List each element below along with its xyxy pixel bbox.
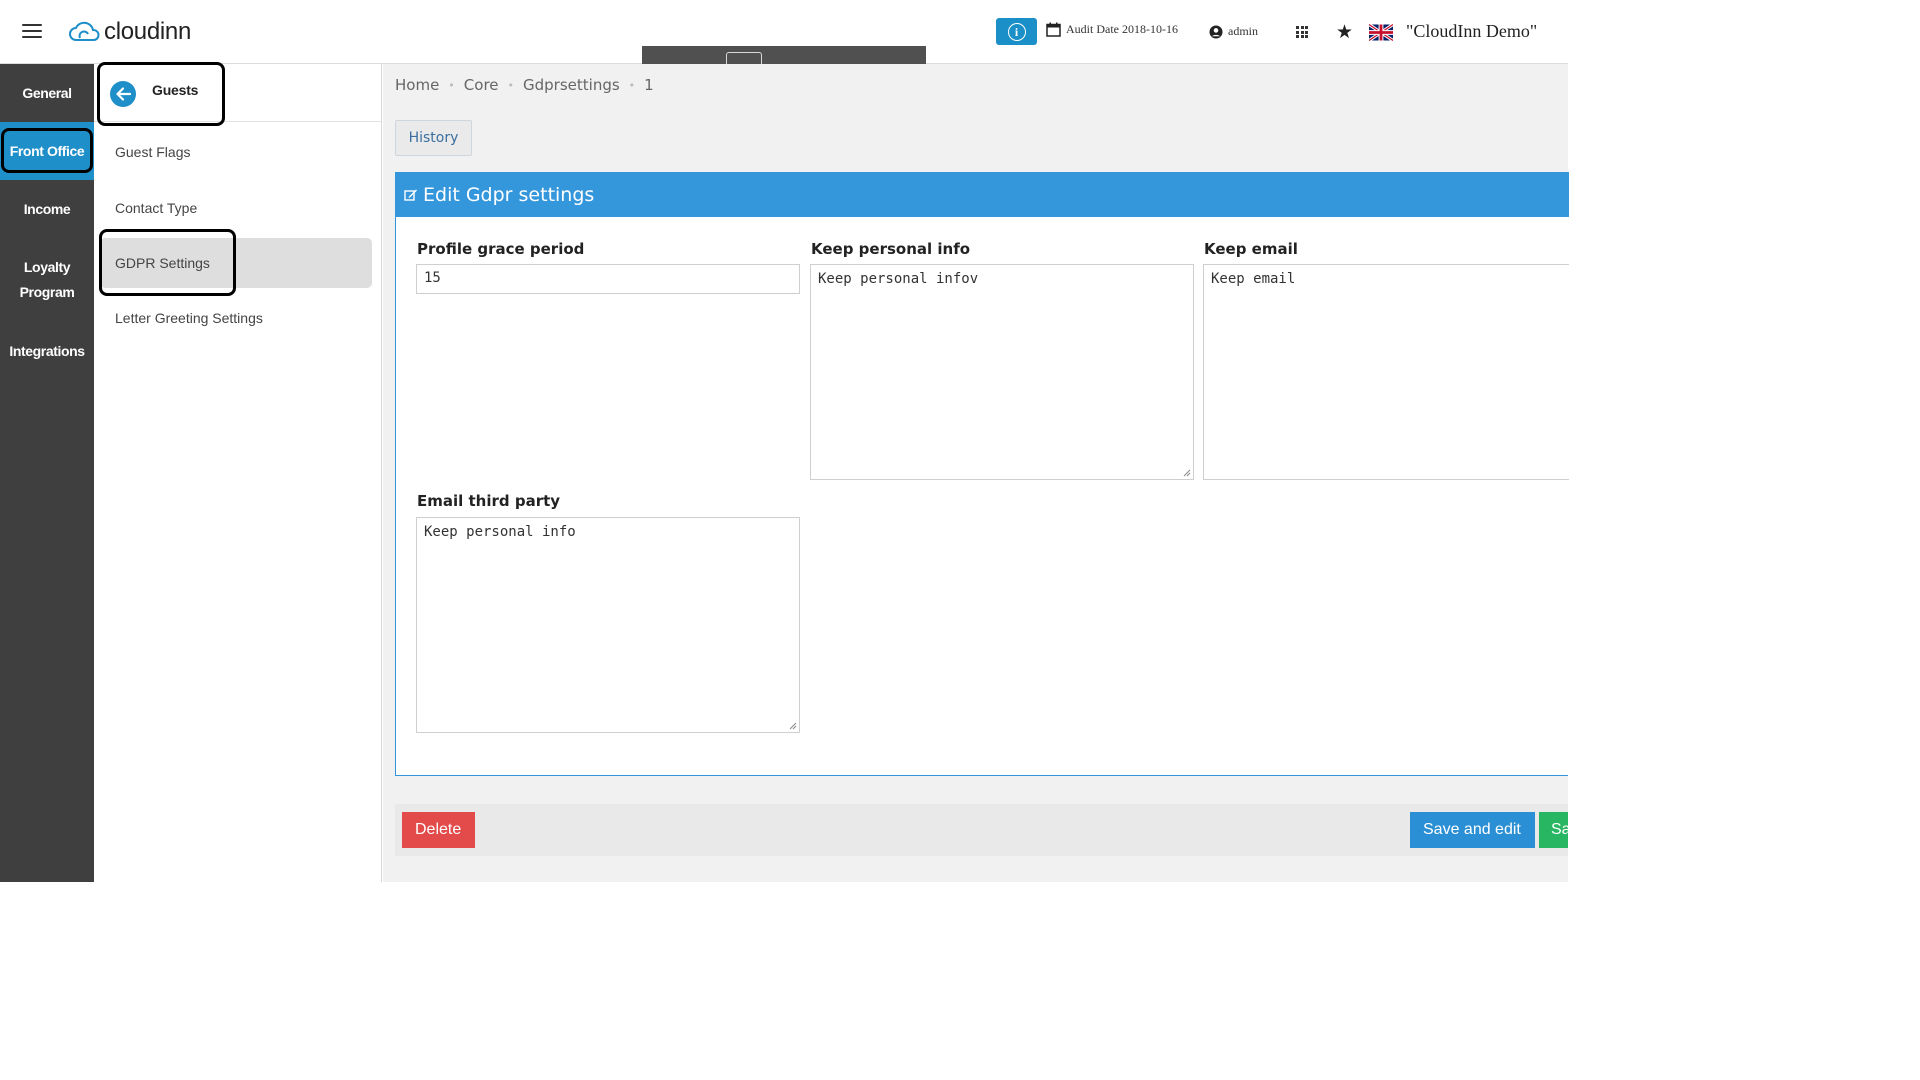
sidebar-item-income[interactable]: Income [0,180,94,238]
breadcrumb: Home • Core • Gdprsettings • 1 [395,76,654,94]
email-third-party-label: Email third party [417,492,561,510]
submenu-item-letter-greeting-settings[interactable]: Letter Greeting Settings [100,293,372,343]
strip-notch [726,52,762,64]
audit-date-label: Audit Date 2018-10-16 [1066,22,1178,36]
submenu-title: Guests [152,82,199,98]
delete-button[interactable]: Delete [402,812,475,848]
apps-grid-icon[interactable] [1296,26,1308,38]
brand-logo[interactable]: cloudinn [68,18,191,46]
info-button[interactable]: i [996,18,1037,45]
cloud-logo-icon [69,21,100,41]
calendar-icon [1046,22,1061,37]
breadcrumb-separator: • [628,78,636,92]
breadcrumb-separator: • [448,78,455,92]
user-menu[interactable]: admin [1209,24,1258,39]
sidebar-item-general[interactable]: General [0,64,94,122]
submenu-item-gdpr-settings[interactable]: GDPR Settings [100,238,372,288]
user-name: admin [1228,24,1258,38]
keep-email-value: Keep email [1211,271,1296,287]
save-button[interactable]: Sa [1539,812,1568,848]
panel-title: Edit Gdpr settings [423,183,595,206]
resize-grip-icon[interactable] [789,722,797,730]
sidebar-item-front-office[interactable]: Front Office [0,122,94,180]
keep-personal-info-textarea[interactable]: Keep personal infov [810,264,1194,480]
hotel-name[interactable]: "CloudInn Demo" [1406,21,1537,42]
breadcrumb-core[interactable]: Core [464,76,499,94]
favorite-star-icon[interactable]: ★ [1336,20,1353,44]
submenu-item-guest-flags[interactable]: Guest Flags [100,127,372,177]
profile-grace-period-input[interactable]: 15 [416,264,800,294]
breadcrumb-current: 1 [644,76,654,94]
breadcrumb-gdprsettings[interactable]: Gdprsettings [523,76,620,94]
resize-grip-icon[interactable] [1183,469,1191,477]
keep-email-label: Keep email [1204,240,1298,258]
main-content: Home • Core • Gdprsettings • 1 History E… [383,64,1569,882]
panel-header: Edit Gdpr settings [395,172,1569,217]
secondary-menu: Guests Guest Flags Contact Type GDPR Set… [94,64,382,882]
user-circle-icon [1209,25,1223,38]
hamburger-menu-icon[interactable] [22,24,42,40]
save-and-edit-button[interactable]: Save and edit [1410,812,1535,848]
audit-date[interactable]: Audit Date 2018-10-16 [1046,22,1178,37]
profile-grace-period-label: Profile grace period [417,240,585,258]
arrow-left-icon [116,87,131,101]
email-third-party-textarea[interactable]: Keep personal info [416,517,800,733]
brand-name: cloudinn [104,18,192,45]
breadcrumb-home[interactable]: Home [395,76,439,94]
breadcrumb-separator: • [507,78,515,92]
sidebar-item-integrations[interactable]: Integrations [0,322,94,380]
main-sidebar: General Front Office Income Loyalty Prog… [0,64,94,882]
sidebar-item-loyalty-program[interactable]: Loyalty Program [0,238,94,322]
uk-flag-icon[interactable] [1369,24,1393,41]
keep-personal-info-label: Keep personal info [811,240,971,258]
edit-icon [404,189,417,201]
top-overlay-strip [642,46,926,64]
keep-personal-info-value: Keep personal infov [818,271,979,287]
history-button[interactable]: History [395,120,472,156]
email-third-party-value: Keep personal info [424,524,576,540]
keep-email-textarea[interactable]: Keep email [1203,264,1569,480]
top-header: cloudinn i Audit Date 2018-10-16 admin ★ [0,0,1568,64]
edit-form-panel: Edit Gdpr settings Profile grace period … [395,172,1569,776]
form-actions-bar: Delete Save and edit Sa [395,804,1568,856]
submenu-header: Guests [94,64,381,122]
back-button[interactable] [110,81,136,107]
info-icon: i [1007,22,1026,41]
submenu-item-contact-type[interactable]: Contact Type [100,183,372,233]
